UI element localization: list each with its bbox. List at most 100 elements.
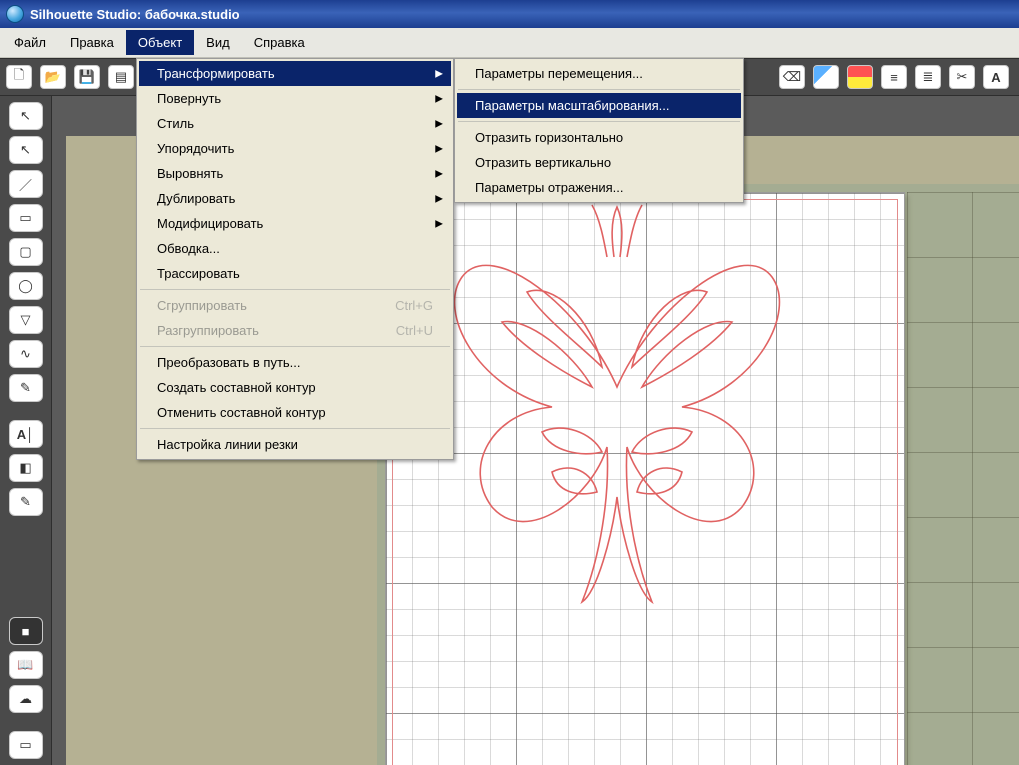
- scissors-icon: ✂: [957, 69, 968, 85]
- store-icon: 📖: [17, 657, 33, 673]
- tool-eraser[interactable]: ◧: [9, 454, 43, 482]
- butterfly-shape[interactable]: [432, 197, 802, 617]
- tool-select[interactable]: ↖: [9, 102, 43, 130]
- footer-store[interactable]: 📖: [9, 651, 43, 679]
- toolbar-right: ⌫ ≡ ≣ ✂ A: [773, 58, 1015, 96]
- dd-cutline-settings[interactable]: Настройка линии резки: [139, 432, 451, 457]
- menu-file[interactable]: Файл: [2, 30, 58, 55]
- tool-sidebar: ↖ ↖ ／ ▭ ▢ ◯ ▽ ∿ ✎ A│ ◧ ✎ ■ 📖 ☁ ▭: [0, 96, 52, 765]
- rounded-rect-icon: ▢: [19, 244, 31, 260]
- toolbar-saveas-button[interactable]: ▤: [108, 65, 134, 89]
- cutting-mat: [377, 184, 1019, 765]
- dropdown-transform: Параметры перемещения... Параметры масшт…: [454, 58, 744, 203]
- dd-mirror-params[interactable]: Параметры отражения...: [457, 175, 741, 200]
- dd-modify-label: Модифицировать: [157, 216, 263, 231]
- save-icon: 💾: [79, 69, 95, 85]
- ellipse-icon: ◯: [18, 278, 33, 294]
- dd-rotate-label: Повернуть: [157, 91, 221, 106]
- dd-separator: [458, 121, 740, 122]
- dd-separator: [140, 346, 450, 347]
- tool-rounded-rect[interactable]: ▢: [9, 238, 43, 266]
- dd-scale-params[interactable]: Параметры масштабирования...: [457, 93, 741, 118]
- line-icon: ／: [19, 175, 32, 194]
- dd-separator: [458, 89, 740, 90]
- dd-style[interactable]: Стиль ▶: [139, 111, 451, 136]
- eraser-icon: ⌫: [783, 69, 801, 85]
- toolbar-fill-color-button[interactable]: [813, 65, 839, 89]
- toolbar-line-color-button[interactable]: [847, 65, 873, 89]
- toolbar-scissors-button[interactable]: ✂: [949, 65, 975, 89]
- library-icon: ■: [22, 624, 30, 639]
- dd-duplicate[interactable]: Дублировать ▶: [139, 186, 451, 211]
- dd-move-params[interactable]: Параметры перемещения...: [457, 61, 741, 86]
- freehand-icon: ✎: [20, 380, 31, 396]
- dd-make-compound-label: Создать составной контур: [157, 380, 316, 395]
- menu-object-label: Объект: [138, 35, 182, 50]
- toolbar-line-weight-button[interactable]: ≣: [915, 65, 941, 89]
- dd-separator: [140, 428, 450, 429]
- dd-trace[interactable]: Трассировать: [139, 261, 451, 286]
- dd-duplicate-label: Дублировать: [157, 191, 235, 206]
- ruler-vertical: [52, 96, 66, 765]
- knife-icon: ✎: [20, 494, 31, 510]
- tool-curve[interactable]: ∿: [9, 340, 43, 368]
- menu-bar: Файл Правка Объект Вид Справка: [0, 28, 1019, 58]
- dd-flip-h[interactable]: Отразить горизонтально: [457, 125, 741, 150]
- dd-arrange[interactable]: Упорядочить▶: [139, 136, 451, 161]
- dd-trace-label: Трассировать: [157, 266, 240, 281]
- tool-line[interactable]: ／: [9, 170, 43, 198]
- dd-transform[interactable]: Трансформировать▶: [139, 61, 451, 86]
- toolbar-text-button[interactable]: A: [983, 65, 1009, 89]
- line-weight-icon: ≣: [923, 69, 934, 85]
- tool-freehand[interactable]: ✎: [9, 374, 43, 402]
- dd-ungroup: Разгруппировать Ctrl+U: [139, 318, 451, 343]
- menu-help-label: Справка: [254, 35, 305, 50]
- tool-rectangle[interactable]: ▭: [9, 204, 43, 232]
- dd-scale-params-label: Параметры масштабирования...: [475, 98, 670, 113]
- design-page[interactable]: [385, 192, 905, 765]
- curve-icon: ∿: [20, 346, 31, 362]
- submenu-arrow-icon: ▶: [435, 68, 443, 79]
- submenu-arrow-icon: ▶: [435, 218, 443, 229]
- dd-ungroup-label: Разгруппировать: [157, 323, 259, 338]
- menu-object[interactable]: Объект: [126, 30, 194, 55]
- tool-text[interactable]: A│: [9, 420, 43, 448]
- tool-knife[interactable]: ✎: [9, 488, 43, 516]
- submenu-arrow-icon: ▶: [435, 193, 443, 204]
- submenu-arrow-icon: ▶: [435, 93, 443, 104]
- dd-make-compound[interactable]: Создать составной контур: [139, 375, 451, 400]
- open-icon: 📂: [45, 69, 61, 85]
- dd-flip-v[interactable]: Отразить вертикально: [457, 150, 741, 175]
- dd-convert-path[interactable]: Преобразовать в путь...: [139, 350, 451, 375]
- eraser-tool-icon: ◧: [19, 460, 31, 476]
- dd-align[interactable]: Выровнять▶: [139, 161, 451, 186]
- toolbar-open-button[interactable]: 📂: [40, 65, 66, 89]
- tool-polygon[interactable]: ▽: [9, 306, 43, 334]
- tool-ellipse[interactable]: ◯: [9, 272, 43, 300]
- menu-view[interactable]: Вид: [194, 30, 242, 55]
- footer-send[interactable]: ☁: [9, 685, 43, 713]
- dd-release-compound[interactable]: Отменить составной контур: [139, 400, 451, 425]
- dd-flip-h-label: Отразить горизонтально: [475, 130, 623, 145]
- polygon-icon: ▽: [21, 312, 31, 328]
- footer-registration[interactable]: ▭: [9, 731, 43, 759]
- dd-style-label: Стиль: [157, 116, 194, 131]
- tool-select-lasso[interactable]: ↖: [9, 136, 43, 164]
- submenu-arrow-icon: ▶: [435, 118, 443, 129]
- toolbar-new-button[interactable]: 🗋: [6, 65, 32, 89]
- dd-modify[interactable]: Модифицировать ▶: [139, 211, 451, 236]
- dd-outline[interactable]: Обводка...: [139, 236, 451, 261]
- new-icon: 🗋: [14, 66, 24, 88]
- text-tool-icon: A│: [17, 427, 35, 442]
- title-bar: Silhouette Studio: бабочка.studio: [0, 0, 1019, 28]
- dd-ungroup-shortcut: Ctrl+U: [396, 323, 433, 338]
- footer-library[interactable]: ■: [9, 617, 43, 645]
- dd-convert-path-label: Преобразовать в путь...: [157, 355, 301, 370]
- menu-help[interactable]: Справка: [242, 30, 317, 55]
- toolbar-eraser-button[interactable]: ⌫: [779, 65, 805, 89]
- toolbar-save-button[interactable]: 💾: [74, 65, 100, 89]
- dd-rotate[interactable]: Повернуть ▶: [139, 86, 451, 111]
- send-icon: ☁: [19, 691, 32, 707]
- menu-edit[interactable]: Правка: [58, 30, 126, 55]
- toolbar-line-style-button[interactable]: ≡: [881, 65, 907, 89]
